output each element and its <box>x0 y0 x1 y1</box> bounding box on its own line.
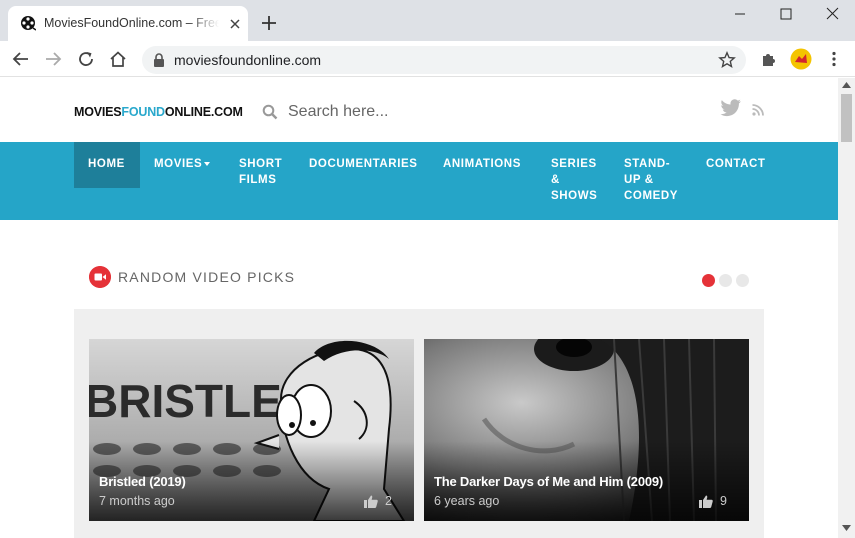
section-title: RANDOM VIDEO PICKS <box>118 269 296 285</box>
card-likes: 9 <box>720 494 727 508</box>
video-card[interactable]: BRISTLED Bristled (2019) 7 months ago 2 <box>89 339 414 521</box>
forward-arrow-icon[interactable] <box>44 50 62 68</box>
search-icon[interactable] <box>262 104 278 120</box>
card-time: 6 years ago <box>434 494 500 508</box>
thumbs-up-icon <box>364 495 378 508</box>
scroll-down-arrow-icon[interactable] <box>842 525 851 532</box>
nav-documentaries[interactable]: DOCUMENTARIES <box>309 142 418 172</box>
logo-text-online: ONLINE.COM <box>164 105 243 119</box>
page-scrollbar[interactable] <box>838 78 855 538</box>
nav-home[interactable]: HOME <box>74 142 140 188</box>
card-time: 7 months ago <box>99 494 175 508</box>
logo-text-movies: MOVIES <box>74 105 122 119</box>
profile-avatar-icon[interactable] <box>790 48 812 70</box>
reload-icon[interactable] <box>77 50 95 68</box>
video-card[interactable]: The Darker Days of Me and Him (2009) 6 y… <box>424 339 749 521</box>
dropdown-caret-icon <box>204 161 211 166</box>
carousel-dot-3[interactable] <box>736 274 749 287</box>
nav-series-shows[interactable]: SERIES & SHOWS <box>551 142 603 204</box>
video-picks-panel: BRISTLED Bristled (2019) 7 months ago 2 … <box>74 309 764 538</box>
carousel-dot-2[interactable] <box>719 274 732 287</box>
browser-tab[interactable]: MoviesFoundOnline.com – Free M <box>8 6 248 41</box>
close-window-icon[interactable] <box>809 4 855 24</box>
nav-short-films[interactable]: SHORT FILMS <box>239 142 289 188</box>
logo-text-found: FOUND <box>121 105 165 119</box>
scroll-up-arrow-icon[interactable] <box>842 81 851 88</box>
twitter-icon[interactable] <box>720 99 742 117</box>
video-camera-icon <box>89 266 111 288</box>
bookmark-star-icon[interactable] <box>718 51 736 69</box>
url-text: moviesfoundonline.com <box>174 52 322 68</box>
card-likes: 2 <box>385 494 392 508</box>
minimize-icon[interactable] <box>717 4 763 24</box>
nav-animations[interactable]: ANIMATIONS <box>443 142 521 172</box>
nav-contact[interactable]: CONTACT <box>706 142 766 172</box>
web-page: MOVIESFOUNDONLINE.COM HOME MOVIES SHORT … <box>0 78 838 538</box>
nav-movies-label: MOVIES <box>154 158 203 170</box>
scrollbar-thumb[interactable] <box>841 94 852 142</box>
main-navigation: HOME MOVIES SHORT FILMS DOCUMENTARIES AN… <box>0 142 838 220</box>
new-tab-icon[interactable] <box>260 14 278 32</box>
tab-strip: MoviesFoundOnline.com – Free M <box>0 0 855 41</box>
address-bar[interactable]: moviesfoundonline.com <box>142 46 746 74</box>
close-tab-icon[interactable] <box>227 16 243 32</box>
card-title[interactable]: The Darker Days of Me and Him (2009) <box>434 474 663 489</box>
carousel-dot-1[interactable] <box>702 274 715 287</box>
search-input[interactable] <box>288 98 488 126</box>
back-arrow-icon[interactable] <box>12 50 30 68</box>
nav-movies[interactable]: MOVIES <box>154 142 211 172</box>
site-logo[interactable]: MOVIESFOUNDONLINE.COM <box>74 105 243 119</box>
extensions-puzzle-icon[interactable] <box>760 50 778 68</box>
card-title[interactable]: Bristled (2019) <box>99 474 186 489</box>
menu-dots-icon[interactable] <box>825 50 843 68</box>
nav-standup-comedy[interactable]: STAND-UP & COMEDY <box>624 142 686 204</box>
browser-toolbar: moviesfoundonline.com <box>0 41 855 77</box>
thumbs-up-icon <box>699 495 713 508</box>
lock-icon[interactable] <box>153 53 165 67</box>
film-reel-icon <box>21 16 36 31</box>
home-icon[interactable] <box>109 50 127 68</box>
tab-title: MoviesFoundOnline.com – Free M <box>44 16 219 30</box>
maximize-icon[interactable] <box>763 4 809 24</box>
rss-icon[interactable] <box>752 104 764 116</box>
